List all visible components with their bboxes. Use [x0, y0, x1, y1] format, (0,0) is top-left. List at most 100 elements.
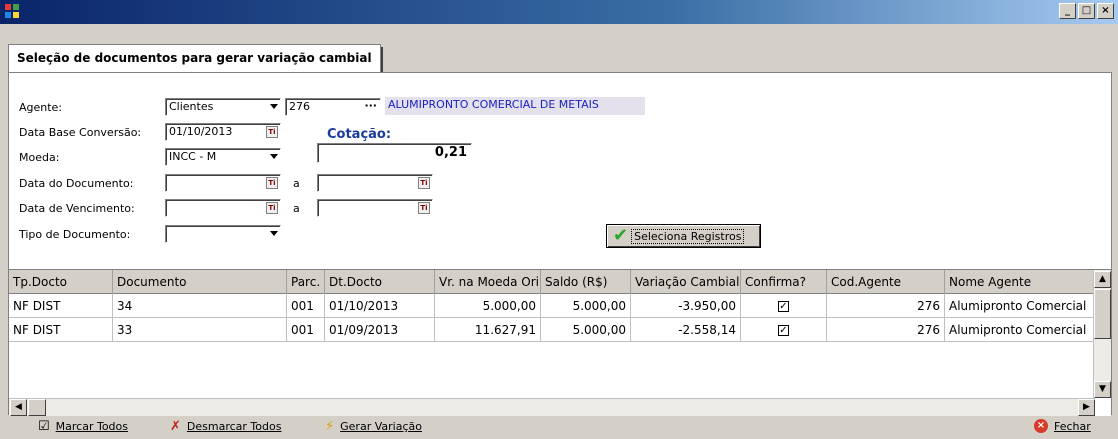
- table-row[interactable]: NF DIST 34 001 01/10/2013 5.000,00 5.000…: [9, 294, 1093, 318]
- fechar-label: Fechar: [1054, 419, 1091, 433]
- col-header-nome-agente[interactable]: Nome Agente: [945, 270, 1093, 294]
- moeda-label: Moeda:: [19, 151, 60, 164]
- uncheck-all-icon: ✗: [170, 419, 181, 434]
- cell-confirma[interactable]: ✓: [741, 294, 827, 318]
- desmarcar-todos-label: Desmarcar Todos: [186, 420, 282, 433]
- cell-vr-moeda: 11.627,91: [435, 318, 541, 342]
- main-window: Seleção de documentos para gerar variaçã…: [0, 24, 1118, 439]
- cotacao-value[interactable]: 0,21: [317, 143, 472, 163]
- agente-code-value: 276: [289, 100, 310, 113]
- calendar-icon[interactable]: Ti: [266, 177, 278, 189]
- data-base-value: 01/10/2013: [169, 125, 233, 138]
- close-icon: ×: [1034, 419, 1048, 433]
- app-icon: [5, 4, 21, 20]
- scroll-left-arrow-icon[interactable]: ◀: [10, 399, 27, 416]
- data-base-input[interactable]: 01/10/2013 Ti: [165, 123, 281, 141]
- green-check-icon: ✔: [613, 225, 629, 246]
- marcar-todos-button[interactable]: ☑ Marcar Todos: [38, 419, 128, 434]
- confirm-checkbox[interactable]: ✓: [778, 301, 789, 312]
- moeda-value: INCC - M: [169, 150, 217, 163]
- desmarcar-todos-button[interactable]: ✗ Desmarcar Todos: [170, 419, 281, 434]
- cell-nome-agente: Alumipronto Comercial: [949, 323, 1087, 337]
- scroll-up-arrow-icon[interactable]: ▲: [1094, 271, 1111, 288]
- calendar-icon[interactable]: Ti: [266, 126, 278, 138]
- col-header-documento[interactable]: Documento: [113, 270, 287, 294]
- cell-confirma[interactable]: ✓: [741, 318, 827, 342]
- cell-cod-agente: 276: [827, 294, 945, 318]
- scroll-right-arrow-icon[interactable]: ▶: [1078, 399, 1095, 416]
- col-header-parc[interactable]: Parc.: [287, 270, 325, 294]
- seleciona-registros-button[interactable]: ✔ Seleciona Registros: [606, 224, 761, 248]
- cell-variacao: -2.558,14: [631, 318, 741, 342]
- data-documento-to-input[interactable]: Ti: [317, 174, 433, 192]
- vertical-scroll-thumb[interactable]: [1094, 289, 1111, 339]
- cell-saldo: 5.000,00: [541, 294, 631, 318]
- agente-label: Agente:: [19, 101, 63, 114]
- cell-documento: 33: [113, 318, 287, 342]
- calendar-icon[interactable]: Ti: [266, 202, 278, 214]
- cell-variacao: -3.950,00: [631, 294, 741, 318]
- data-documento-label: Data do Documento:: [19, 177, 134, 190]
- tipo-documento-label: Tipo de Documento:: [19, 228, 131, 241]
- data-vencimento-to-input[interactable]: Ti: [317, 199, 433, 217]
- agente-type-select[interactable]: Clientes: [165, 98, 281, 116]
- grid-header: Tp.Docto Documento Parc. Dt.Docto Vr. na…: [9, 270, 1093, 294]
- cell-saldo: 5.000,00: [541, 318, 631, 342]
- cell-vr-moeda: 5.000,00: [435, 294, 541, 318]
- tab-selecao-documentos[interactable]: Seleção de documentos para gerar variaçã…: [8, 44, 383, 74]
- range-separator: a: [293, 202, 300, 215]
- lightning-icon: ⚡: [325, 419, 335, 434]
- cotacao-label: Cotação:: [327, 127, 392, 142]
- table-row[interactable]: NF DIST 33 001 01/09/2013 11.627,91 5.00…: [9, 318, 1093, 342]
- cell-documento: 34: [113, 294, 287, 318]
- gerar-variacao-button[interactable]: ⚡ Gerar Variação: [325, 419, 422, 434]
- cell-cod-agente: 276: [827, 318, 945, 342]
- data-documento-from-input[interactable]: Ti: [165, 174, 281, 192]
- vertical-scrollbar[interactable]: ▲ ▼: [1093, 270, 1111, 398]
- chevron-down-icon: [270, 231, 278, 236]
- col-header-cod-agente[interactable]: Cod.Agente: [827, 270, 945, 294]
- minimize-button[interactable]: _: [1059, 3, 1076, 19]
- chevron-down-icon: [270, 154, 278, 159]
- calendar-icon[interactable]: Ti: [418, 177, 430, 189]
- col-header-dt-docto[interactable]: Dt.Docto: [325, 270, 435, 294]
- agente-type-value: Clientes: [169, 100, 214, 113]
- calendar-icon[interactable]: Ti: [418, 202, 430, 214]
- check-all-icon: ☑: [38, 419, 50, 434]
- bottom-toolbar: ☑ Marcar Todos ✗ Desmarcar Todos ⚡ Gerar…: [0, 415, 1118, 439]
- col-header-saldo[interactable]: Saldo (R$): [541, 270, 631, 294]
- fechar-button[interactable]: × Fechar: [1034, 419, 1091, 433]
- col-header-variacao[interactable]: Variação Cambial: [631, 270, 741, 294]
- col-header-confirma[interactable]: Confirma?: [741, 270, 827, 294]
- filter-form: Agente: Clientes 276 ··· ALUMIPRONTO COM…: [9, 73, 1111, 269]
- moeda-select[interactable]: INCC - M: [165, 148, 281, 166]
- marcar-todos-label: Marcar Todos: [55, 420, 128, 433]
- cell-tp-docto: NF DIST: [9, 318, 113, 342]
- maximize-button[interactable]: □: [1078, 3, 1095, 19]
- close-window-button[interactable]: ×: [1097, 3, 1114, 19]
- cell-nome-agente: Alumipronto Comercial: [949, 299, 1087, 313]
- data-vencimento-from-input[interactable]: Ti: [165, 199, 281, 217]
- confirm-checkbox[interactable]: ✓: [778, 325, 789, 336]
- data-vencimento-label: Data de Vencimento:: [19, 202, 135, 215]
- range-separator: a: [293, 177, 300, 190]
- title-bar: _ □ ×: [0, 0, 1118, 24]
- agente-name-display: ALUMIPRONTO COMERCIAL DE METAIS: [385, 97, 645, 115]
- horizontal-scroll-thumb[interactable]: [28, 399, 46, 416]
- agente-code-input[interactable]: 276 ···: [285, 98, 381, 116]
- scroll-down-arrow-icon[interactable]: ▼: [1094, 381, 1111, 398]
- tipo-documento-select[interactable]: [165, 225, 281, 243]
- col-header-vr-moeda[interactable]: Vr. na Moeda Ori: [435, 270, 541, 294]
- col-header-tp-docto[interactable]: Tp.Docto: [9, 270, 113, 294]
- documents-grid: Tp.Docto Documento Parc. Dt.Docto Vr. na…: [9, 269, 1111, 416]
- seleciona-registros-label: Seleciona Registros: [631, 228, 745, 244]
- cell-parc: 001: [287, 318, 325, 342]
- lookup-dots-icon[interactable]: ···: [364, 99, 377, 112]
- tab-panel: Agente: Clientes 276 ··· ALUMIPRONTO COM…: [8, 72, 1112, 416]
- gerar-variacao-label: Gerar Variação: [340, 420, 422, 433]
- horizontal-scrollbar[interactable]: ◀ ▶: [9, 398, 1095, 416]
- chevron-down-icon: [270, 104, 278, 109]
- data-base-label: Data Base Conversão:: [19, 126, 142, 139]
- cell-dt-docto: 01/10/2013: [325, 294, 435, 318]
- cell-tp-docto: NF DIST: [9, 294, 113, 318]
